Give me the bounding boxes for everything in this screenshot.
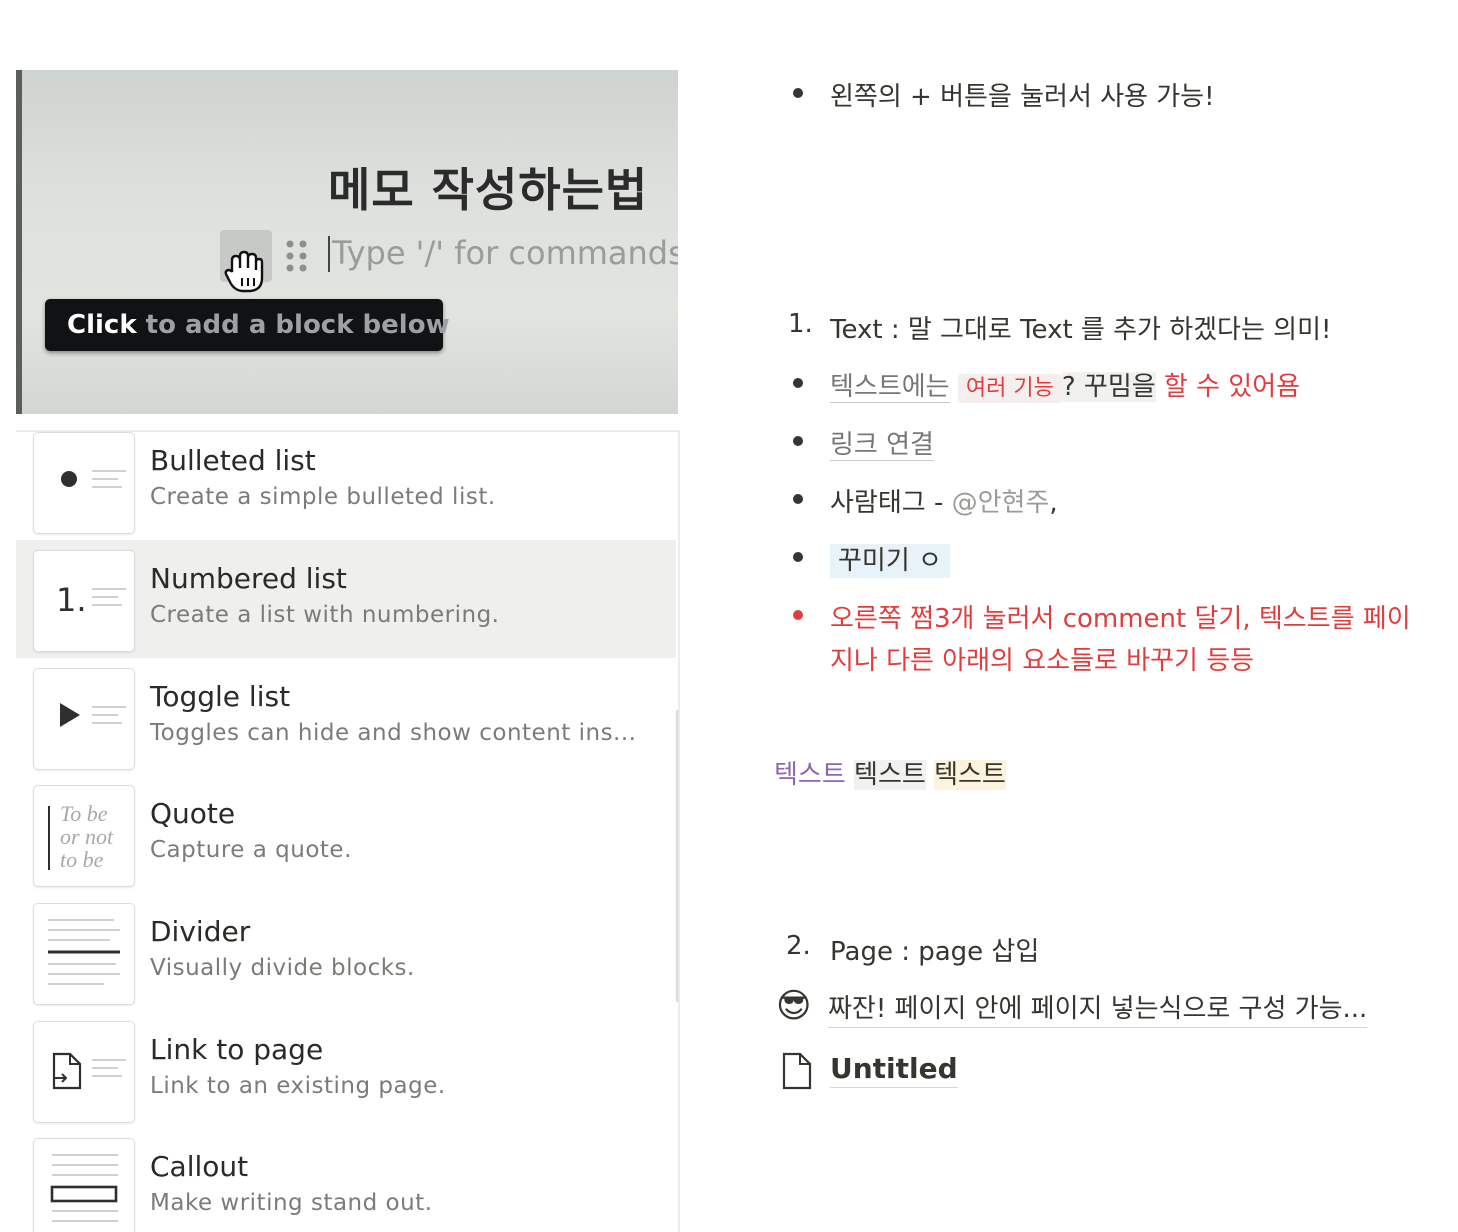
menu-item-desc: Capture a quote.: [150, 837, 352, 863]
bulleted-list-icon: [33, 432, 135, 534]
tooltip-bold-text: Click: [67, 310, 137, 340]
numbered-item-text: Text : 말 그대로 Text 를 추가 하겠다는 의미!: [830, 315, 1332, 345]
menu-scrollbar[interactable]: [676, 710, 678, 1002]
quote-line: To be: [60, 801, 108, 826]
page-icon: [782, 1052, 812, 1090]
comment-bullet-line1: 오른쪽 쩜3개 눌러서 comment 달기, 텍스트를 페이: [830, 604, 1411, 634]
menu-item-title: Numbered list: [150, 562, 347, 595]
numbered-item-text: Page : page 삽입: [830, 937, 1040, 967]
photo-page-title: 메모 작성하는법: [328, 163, 649, 217]
blue-highlight-text: 꾸미기 ㅇ: [830, 544, 950, 578]
menu-item-desc: Make writing stand out.: [150, 1190, 433, 1216]
underlined-text: 텍스트에는: [830, 372, 950, 403]
notion-screen-photo: 메모 작성하는법 Type '/' for commands Click to …: [16, 70, 678, 414]
menu-item-desc: Link to an existing page.: [150, 1073, 446, 1099]
sunglasses-emoji-icon: 😎: [776, 986, 812, 1026]
menu-item-callout[interactable]: Callout Make writing stand out.: [16, 1138, 676, 1232]
menu-item-desc: Toggles can hide and show content ins...: [150, 720, 637, 746]
text-styles-bullet: 텍스트에는 여러 기능? 꾸밈을 할 수 있어욤: [830, 366, 1300, 403]
quote-icon: To be or not to be: [33, 785, 135, 887]
menu-item-title: Quote: [150, 797, 236, 830]
toggle-list-icon: [33, 668, 135, 770]
sub-page-link[interactable]: 짜잔! 페이지 안에 페이지 넣는식으로 구성 가능...: [828, 988, 1368, 1028]
menu-item-desc: Create a list with numbering.: [150, 602, 500, 628]
list-number: 2.: [786, 931, 811, 961]
callout-icon: [33, 1138, 135, 1232]
bullet-dot: [793, 436, 803, 446]
bullet-dot-red: [793, 610, 803, 620]
tooltip-text: to add a block below: [136, 310, 450, 340]
menu-item-title: Callout: [150, 1150, 249, 1183]
menu-item-title: Bulleted list: [150, 444, 316, 477]
mention-bullet: 사람태그 - @안현주,: [830, 482, 1058, 519]
menu-item-title: Link to page: [150, 1033, 324, 1066]
person-mention[interactable]: @안현주: [952, 488, 1050, 518]
intro-bullet-text: 왼쪽의 + 버튼을 눌러서 사용 가능!: [830, 82, 1215, 112]
comment-bullet-line2: 지나 다른 아래의 요소들로 바꾸기 등등: [830, 646, 1255, 676]
highlighted-text: ? 꾸밈을: [1061, 372, 1156, 402]
menu-item-title: Toggle list: [150, 680, 291, 713]
red-code-chip: 여러 기능: [957, 374, 1062, 403]
mention-label: 사람태그 -: [830, 488, 952, 518]
decorate-bullet-row: 꾸미기 ㅇ: [830, 540, 950, 578]
bullet-dot: [793, 494, 803, 504]
drag-handle-icon[interactable]: [284, 236, 310, 276]
divider-icon: [33, 903, 135, 1005]
text-cursor: [328, 236, 330, 272]
bullet-dot: [793, 552, 803, 562]
menu-item-link-to-page[interactable]: Link to page Link to an existing page.: [16, 1021, 676, 1139]
link-text[interactable]: 링크 연결: [830, 430, 934, 461]
quote-bar: [48, 806, 50, 870]
link-to-page-icon: [33, 1021, 135, 1123]
add-block-tooltip: Click to add a block below: [45, 299, 450, 351]
block-type-menu: Bulleted list Create a simple bulleted l…: [16, 430, 680, 1232]
menu-item-title: Divider: [150, 915, 251, 948]
hand-cursor-icon: [224, 250, 264, 293]
bullet-dot: [793, 88, 803, 98]
yellow-bg-text: 텍스트: [934, 760, 1006, 790]
photo-dark-edge: [16, 70, 22, 414]
menu-item-desc: Create a simple bulleted list.: [150, 484, 496, 510]
quote-line: to be: [60, 847, 104, 872]
purple-text: 텍스트: [774, 760, 846, 790]
red-text: 할 수 있어욤: [1155, 372, 1301, 402]
mention-suffix: ,: [1049, 488, 1058, 518]
link-bullet-row: 링크 연결: [830, 424, 934, 461]
quote-line: or not: [60, 824, 114, 849]
styled-words-row: 텍스트 텍스트 텍스트: [774, 754, 1006, 791]
numbered-list-icon: 1.: [33, 550, 135, 652]
list-number: 1.: [788, 309, 813, 339]
bullet-dot: [793, 378, 803, 388]
menu-item-numbered-list[interactable]: 1. Numbered list Create a list with numb…: [16, 540, 676, 658]
menu-item-toggle-list[interactable]: Toggle list Toggles can hide and show co…: [16, 668, 676, 786]
untitled-page-link[interactable]: Untitled: [830, 1052, 958, 1088]
grey-bg-text: 텍스트: [854, 760, 926, 790]
menu-item-divider[interactable]: Divider Visually divide blocks.: [16, 903, 676, 1021]
menu-item-bulleted-list[interactable]: Bulleted list Create a simple bulleted l…: [16, 432, 676, 550]
menu-item-quote[interactable]: To be or not to be Quote Capture a quote…: [16, 785, 676, 903]
menu-item-desc: Visually divide blocks.: [150, 955, 415, 981]
block-placeholder[interactable]: Type '/' for commands: [332, 234, 678, 272]
